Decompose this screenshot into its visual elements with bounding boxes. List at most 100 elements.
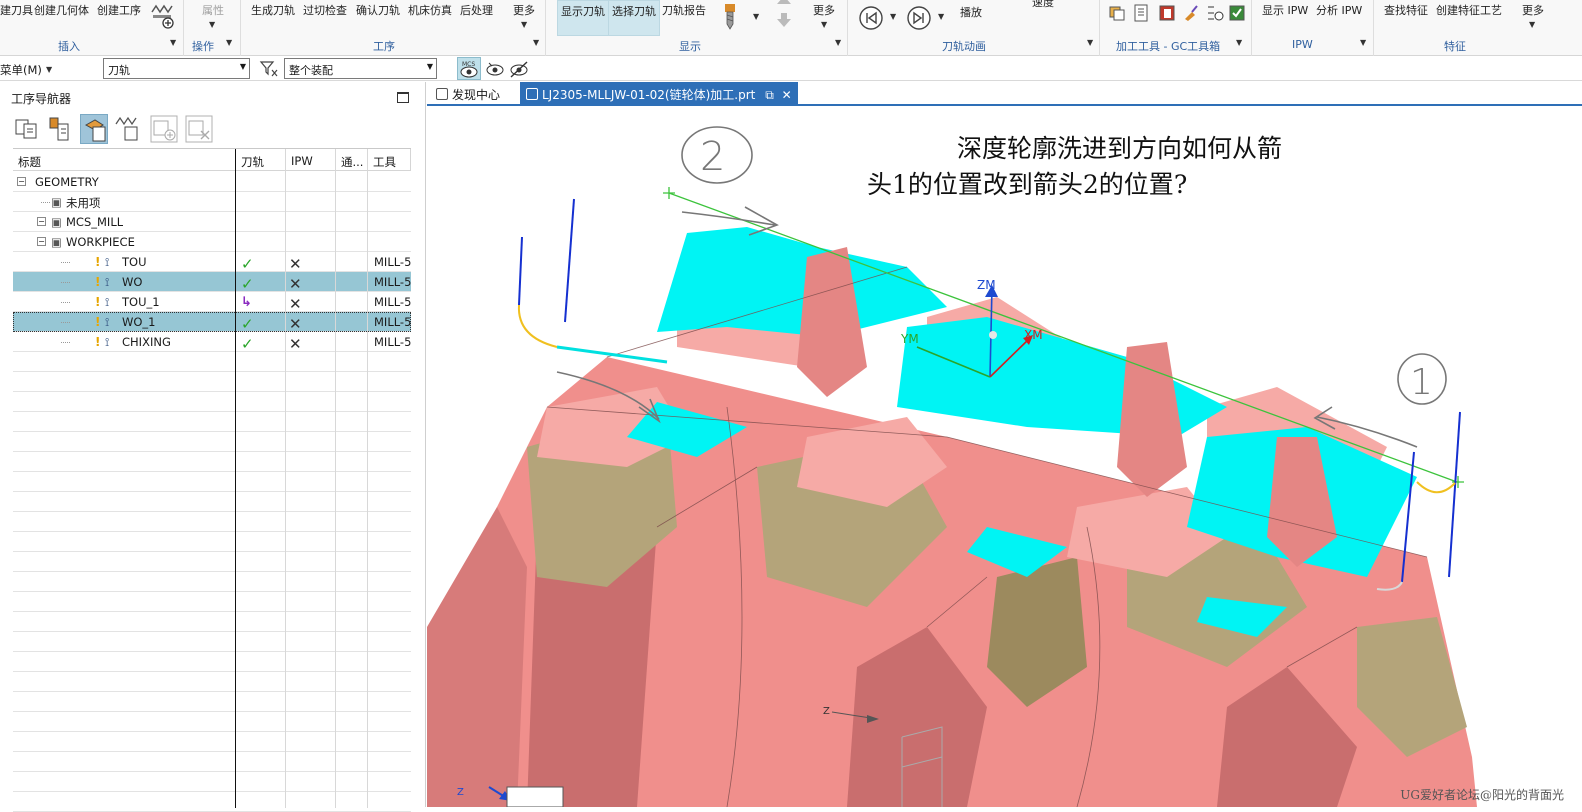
program-view-button[interactable] <box>13 114 41 144</box>
arrow-up-icon[interactable] <box>775 0 793 6</box>
arrow-down-icon[interactable] <box>775 12 793 28</box>
chevron-down-icon[interactable]: ▼ <box>821 20 827 29</box>
ribbon-group-insert: 建刀具 创建几何体 创建工序 插入 ▼ <box>0 0 184 56</box>
gc-report-icon[interactable] <box>1158 4 1176 22</box>
table-row[interactable]: ! ⟟ TOU_1 ↳ ✕ MILL-5 <box>13 292 411 312</box>
chevron-down-icon[interactable]: ▼ <box>46 65 52 74</box>
more-button[interactable]: 更多 <box>813 2 835 18</box>
maximize-icon[interactable] <box>397 92 409 103</box>
column-header-ipw[interactable]: IPW <box>286 149 336 171</box>
select-path-button[interactable]: 选择刀轨 <box>608 0 660 36</box>
create-operation-button[interactable]: 创建工序 <box>97 2 141 18</box>
collapse-icon[interactable]: − <box>37 237 46 246</box>
hide-eye-icon[interactable] <box>508 59 530 79</box>
create-feature-process-button[interactable]: 创建特征工艺 <box>1436 2 1502 18</box>
type-filter-select[interactable]: 刀轨 ▼ <box>103 58 250 79</box>
operation-name: WO_1 <box>122 315 156 329</box>
chevron-down-icon[interactable]: ▼ <box>1529 20 1535 29</box>
geometry-view-button[interactable] <box>80 114 108 144</box>
table-row[interactable]: ! ⟟ WO ✓ ✕ MILL-5 <box>13 272 411 292</box>
generate-path-button[interactable]: 生成刀轨 <box>251 2 295 18</box>
operation-icon: ⟟ <box>105 335 110 349</box>
tool-name: MILL-5 <box>374 335 412 349</box>
more-button[interactable]: 更多 <box>1522 2 1544 18</box>
chevron-down-icon[interactable]: ▼ <box>533 38 539 47</box>
create-object-button[interactable] <box>149 114 178 144</box>
column-header-general[interactable]: 通... <box>336 149 368 171</box>
tab-discovery-center[interactable]: 发现中心 <box>430 82 506 106</box>
eye-icon[interactable] <box>484 59 506 79</box>
tool-icon[interactable] <box>722 4 738 30</box>
play-button[interactable]: 播放 <box>960 4 982 20</box>
table-row[interactable]: ▣ 未用项 <box>13 192 411 212</box>
chevron-down-icon[interactable]: ▼ <box>170 38 176 47</box>
close-icon[interactable]: ✕ <box>782 88 792 102</box>
ribbon-group-feature: 查找特征 创建特征工艺 更多 ▼ 特征 <box>1374 0 1582 56</box>
chevron-down-icon[interactable]: ▼ <box>1360 38 1366 47</box>
part-model: ZM YM XM Z Z 2 1 <box>427 126 1477 807</box>
ribbon-group-label-operation: 操作 <box>192 40 214 53</box>
postprocess-button[interactable]: 后处理 <box>460 2 493 18</box>
analyze-ipw-button[interactable]: 分析 IPW <box>1316 2 1362 18</box>
table-row[interactable]: ! ⟟ WO_1 ✓ ✕ MILL-5 <box>13 312 411 332</box>
chevron-down-icon: ▼ <box>426 62 433 71</box>
tree-connector <box>61 282 70 283</box>
table-row[interactable]: − ▣ WORKPIECE <box>13 232 411 252</box>
chevron-down-icon[interactable]: ▼ <box>226 38 232 47</box>
chevron-down-icon[interactable]: ▼ <box>890 12 896 21</box>
column-header-tool[interactable]: 工具 <box>368 149 411 171</box>
delete-object-button[interactable] <box>184 114 213 144</box>
path-status-icon: ✓ <box>241 335 254 352</box>
graphics-window[interactable]: ZM YM XM Z Z 2 1 深度轮廓洗进到方向如何从箭 头1的位置改到箭头… <box>427 107 1582 807</box>
verify-path-button[interactable]: 确认刀轨 <box>356 2 400 18</box>
filter-icon[interactable] <box>259 60 279 78</box>
empty-row <box>13 792 411 812</box>
workpiece-icon: ▣ <box>51 235 62 249</box>
machine-simulation-button[interactable]: 机床仿真 <box>408 2 452 18</box>
property-button[interactable]: 属性 <box>202 2 224 18</box>
gc-doc-icon[interactable] <box>1132 4 1150 22</box>
popout-icon[interactable]: ⧉ <box>765 88 774 102</box>
discovery-icon <box>436 88 448 100</box>
warning-icon: ! <box>95 335 101 349</box>
step-forward-icon[interactable] <box>906 5 932 31</box>
more-button[interactable]: 更多 <box>513 2 535 18</box>
gc-brush-icon[interactable] <box>1182 4 1200 22</box>
table-row[interactable]: − ▣ MCS_MILL <box>13 212 411 232</box>
create-program-icon[interactable] <box>150 4 176 30</box>
gc-param-icon[interactable] <box>1206 4 1224 22</box>
show-path-button[interactable]: 显示刀轨 <box>557 0 609 36</box>
column-header-title[interactable]: 标题 <box>13 149 236 171</box>
path-report-button[interactable]: 刀轨报告 <box>662 2 706 18</box>
tab-part-file[interactable]: LJ2305-MLLJW-01-02(链轮体)加工.prt ⧉ ✕ <box>520 82 798 106</box>
chevron-down-icon[interactable]: ▼ <box>209 20 215 29</box>
watermark: UG爱好者论坛@阳光的背面光 <box>1400 788 1564 802</box>
chevron-down-icon[interactable]: ▼ <box>521 20 527 29</box>
empty-row <box>13 432 411 452</box>
table-row[interactable]: ! ⟟ TOU ✓ ✕ MILL-5 <box>13 252 411 272</box>
annotation-marker-1: 1 <box>1410 362 1433 403</box>
chevron-down-icon[interactable]: ▼ <box>835 38 841 47</box>
collapse-icon[interactable]: − <box>17 177 26 186</box>
column-header-path[interactable]: 刀轨 <box>236 149 286 171</box>
gouge-check-button[interactable]: 过切检查 <box>303 2 347 18</box>
scope-select[interactable]: 整个装配 ▼ <box>284 58 437 79</box>
chevron-down-icon[interactable]: ▼ <box>753 12 759 21</box>
collapse-icon[interactable]: − <box>37 217 46 226</box>
method-view-button[interactable] <box>113 114 141 144</box>
create-tool-button[interactable]: 建刀具 <box>0 2 33 18</box>
machine-view-button[interactable] <box>46 114 74 144</box>
chevron-down-icon[interactable]: ▼ <box>938 12 944 21</box>
table-row[interactable]: ! ⟟ CHIXING ✓ ✕ MILL-5 <box>13 332 411 352</box>
chevron-down-icon[interactable]: ▼ <box>1087 38 1093 47</box>
show-ipw-button[interactable]: 显示 IPW <box>1262 2 1308 18</box>
mcs-toggle-button[interactable]: MCS <box>457 57 481 80</box>
gc-tool-icon[interactable] <box>1108 4 1126 22</box>
gc-check-icon[interactable] <box>1228 4 1246 22</box>
step-back-icon[interactable] <box>858 5 884 31</box>
table-row[interactable]: − GEOMETRY <box>13 172 411 192</box>
chevron-down-icon[interactable]: ▼ <box>1236 38 1242 47</box>
find-feature-button[interactable]: 查找特征 <box>1384 2 1428 18</box>
menu-button[interactable]: 菜单(M) <box>0 62 42 78</box>
create-geometry-button[interactable]: 创建几何体 <box>34 2 89 18</box>
